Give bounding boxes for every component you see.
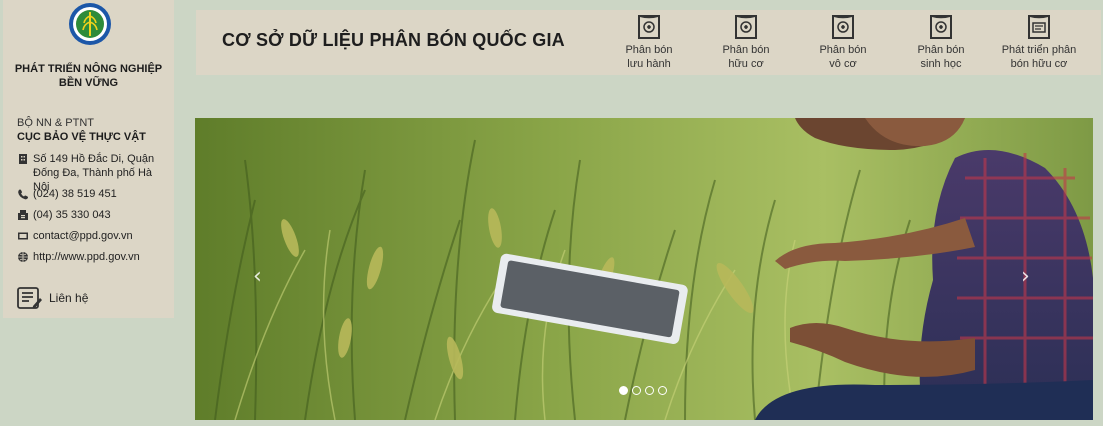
banner-photo	[195, 118, 1093, 420]
nav-label-line2: hữu cơ	[728, 58, 764, 70]
contact-label: Liên hệ	[49, 291, 89, 305]
nav-label-line2: bón hữu cơ	[1010, 58, 1068, 70]
fax-icon	[18, 210, 28, 220]
nav-item-phan-bon-sinh-hoc[interactable]: Phân bón sinh học	[893, 13, 989, 71]
nav-label-line1: Phân bón	[722, 44, 770, 56]
carousel-dot[interactable]	[658, 386, 667, 395]
fertilizer-bag-icon	[1028, 15, 1050, 39]
email-link[interactable]: contact@ppd.gov.vn	[33, 229, 133, 243]
org-name-line2: BỀN VỮNG	[58, 77, 119, 89]
contact-button[interactable]: Liên hệ	[17, 287, 88, 309]
carousel-dot[interactable]	[645, 386, 654, 395]
nav-item-phan-bon-vo-co[interactable]: Phân bón vô cơ	[795, 13, 891, 71]
logo-icon[interactable]	[67, 2, 113, 46]
phone-text[interactable]: (024) 38 519 451	[33, 187, 117, 201]
nav-label-line2: lưu hành	[627, 58, 671, 70]
fertilizer-bag-icon	[832, 15, 854, 39]
fertilizer-bag-icon	[638, 15, 660, 39]
nav-label-line1: Phân bón	[625, 44, 673, 56]
building-icon	[19, 154, 27, 164]
chevron-right-icon[interactable]: ›	[1021, 266, 1037, 288]
contact-form-icon	[17, 287, 42, 309]
nav-label-line2: vô cơ	[829, 58, 857, 70]
carousel-dot[interactable]	[632, 386, 641, 395]
phone-row: (024) 38 519 451	[17, 187, 169, 201]
address-line1: Số 149 Hồ Đắc Di, Quận	[33, 153, 155, 165]
department-label: CỤC BẢO VỆ THỰC VẬT	[17, 131, 146, 143]
org-name: PHÁT TRIỂN NÔNG NGHIỆP BỀN VỮNG	[3, 62, 174, 90]
fax-text: (04) 35 330 043	[33, 209, 111, 221]
site-title[interactable]: CƠ SỞ DỮ LIỆU PHÂN BÓN QUỐC GIA	[222, 30, 565, 51]
nav-label-line1: Phân bón	[917, 44, 965, 56]
fax-row: (04) 35 330 043	[17, 208, 169, 222]
fertilizer-bag-icon	[735, 15, 757, 39]
banner-carousel[interactable]: ‹ ›	[195, 118, 1093, 420]
email-icon	[18, 232, 28, 240]
nav-item-phan-bon-huu-co[interactable]: Phân bón hữu cơ	[698, 13, 794, 71]
fertilizer-bag-icon	[930, 15, 952, 39]
email-row: contact@ppd.gov.vn	[17, 229, 169, 243]
ministry-label: BỘ NN & PTNT	[17, 117, 95, 129]
org-name-line1: PHÁT TRIỂN NÔNG NGHIỆP	[14, 63, 163, 75]
website-row: http://www.ppd.gov.vn	[17, 250, 169, 264]
chevron-left-icon[interactable]: ‹	[253, 266, 269, 288]
carousel-dot[interactable]	[619, 386, 628, 395]
carousel-indicators	[619, 386, 667, 395]
website-link[interactable]: http://www.ppd.gov.vn	[33, 250, 140, 264]
phone-icon	[18, 189, 28, 200]
header: CƠ SỞ DỮ LIỆU PHÂN BÓN QUỐC GIA Phân bón…	[196, 10, 1101, 75]
sidebar: PHÁT TRIỂN NÔNG NGHIỆP BỀN VỮNG BỘ NN & …	[3, 0, 174, 318]
nav-item-phan-bon-luu-hanh[interactable]: Phân bón lưu hành	[601, 13, 697, 71]
globe-icon	[18, 252, 28, 262]
nav-item-phat-trien-phan-bon-huu-co[interactable]: Phát triển phân bón hữu cơ	[991, 13, 1087, 71]
nav-label-line2: sinh học	[920, 58, 962, 70]
nav-label-line1: Phân bón	[819, 44, 867, 56]
nav-label-line1: Phát triển phân	[1001, 44, 1077, 56]
